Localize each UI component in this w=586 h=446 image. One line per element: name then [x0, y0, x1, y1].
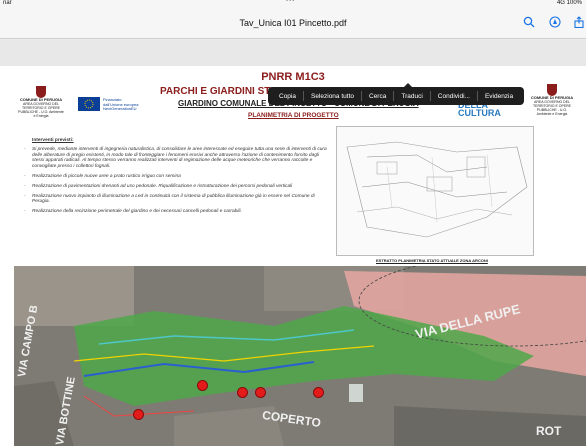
- menu-share[interactable]: Condividi...: [431, 93, 477, 100]
- interventi-text[interactable]: Interventi previsti: Si prevede, mediant…: [24, 138, 332, 219]
- status-left: nar: [3, 0, 12, 6]
- interventi-item: Realizzazione della recinzione perimetra…: [24, 209, 332, 215]
- interventi-heading: Interventi previsti:: [32, 138, 74, 143]
- map-marker[interactable]: [197, 380, 208, 391]
- menu-search[interactable]: Cerca: [362, 93, 393, 100]
- interventi-item: Realizzazione nuovo impianto di illumina…: [24, 194, 332, 206]
- eu-logo-text: Finanziato dall'Unione europea NextGener…: [103, 97, 139, 111]
- interventi-item: Realizzazione di pavimentazioni drenanti…: [24, 184, 332, 190]
- map-marker[interactable]: [133, 409, 144, 420]
- pnrr-title: PNRR M1C3: [261, 71, 325, 83]
- interventi-item: Si prevede, mediante interventi di ingeg…: [24, 147, 332, 170]
- aerial-map[interactable]: VIA DELLA RUPE VIA CAMPO B VIA BOTTINE C…: [14, 266, 586, 446]
- street-label: ROT: [536, 424, 562, 438]
- search-icon[interactable]: [522, 16, 536, 30]
- share-icon[interactable]: [572, 16, 586, 30]
- eu-flag-icon: [78, 97, 100, 111]
- perugia-logo-right: COMUNE DI PERUGIA AREA GOVERNO DEL TERRI…: [530, 84, 574, 116]
- menu-copy[interactable]: Copia: [272, 93, 303, 100]
- interventi-item: Realizzazione di piccole nuove aree a pr…: [24, 174, 332, 180]
- estratto-caption: ESTRATTO PLANIMETRIA STATO ATTUALE ZONA …: [376, 258, 488, 263]
- parchi-title: PARCHI E GIARDINI STO: [160, 86, 278, 97]
- markup-icon[interactable]: [548, 16, 562, 30]
- map-marker[interactable]: [255, 387, 266, 398]
- map-marker[interactable]: [313, 387, 324, 398]
- menu-translate[interactable]: Traduci: [394, 93, 429, 100]
- battery-indicator: 4G 100%: [556, 0, 582, 6]
- perugia-logo-left: COMUNE DI PERUGIA AREA GOVERNO DEL TERRI…: [18, 86, 64, 118]
- pdf-page[interactable]: PNRR M1C3 PARCHI E GIARDINI STO GIARDINO…: [0, 40, 586, 446]
- menu-select-all[interactable]: Seleziona tutto: [304, 93, 361, 100]
- status-bar: nar ••• 4G 100%: [0, 0, 586, 8]
- page-gap: [0, 40, 586, 66]
- document-title: Tav_Unica I01 Pincetto.pdf: [239, 18, 347, 28]
- viewer-toolbar: Tav_Unica I01 Pincetto.pdf: [0, 8, 586, 39]
- existing-plan-drawing: [336, 126, 534, 256]
- map-marker[interactable]: [237, 387, 248, 398]
- planimetria-title: PLANIMETRIA DI PROGETTO: [248, 112, 339, 119]
- text-context-menu: Copia Seleziona tutto Cerca Traduci Cond…: [268, 87, 525, 105]
- multitask-dots[interactable]: •••: [286, 0, 295, 4]
- menu-highlight[interactable]: Evidenzia: [478, 93, 520, 100]
